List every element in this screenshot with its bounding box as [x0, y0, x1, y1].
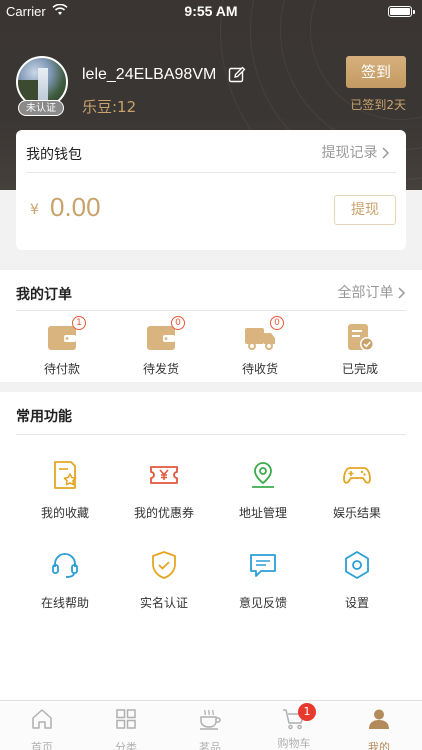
functions-title: 常用功能	[16, 409, 72, 425]
headset-icon	[52, 553, 78, 578]
order-pending-payment[interactable]: 1 待付款	[22, 316, 102, 377]
order-pending-shipment[interactable]: 0 待发货	[121, 316, 201, 377]
count-badge: 1	[72, 316, 86, 330]
order-completed[interactable]: 已完成	[320, 322, 400, 377]
tab-label: 我的	[368, 741, 390, 750]
functions-section: 常用功能 我的收藏 我的优惠券 地址管理 娱乐结果 在线帮助 实名认证 意见反馈…	[0, 392, 422, 700]
tab-tea[interactable]: 茗品	[180, 707, 240, 750]
tab-mine[interactable]: 我的	[349, 707, 409, 750]
hexagon-gear-icon	[345, 551, 369, 579]
gamepad-icon	[343, 467, 371, 484]
tea-cup-icon	[200, 709, 221, 730]
wallet-card: 我的钱包 提现记录 ¥ 0.00 提现	[16, 130, 406, 250]
withdraw-button[interactable]: 提现	[334, 195, 396, 225]
completed-doc-icon	[344, 322, 376, 352]
order-label: 待付款	[43, 362, 80, 376]
order-label: 待收货	[241, 362, 278, 376]
count-badge: 0	[171, 316, 185, 330]
func-label: 我的收藏	[40, 506, 89, 520]
checkin-days: 已签到2天	[350, 98, 406, 112]
all-orders-link[interactable]: 全部订单	[338, 282, 406, 302]
ledou-balance: 乐豆:12	[82, 98, 137, 116]
tab-cart[interactable]: 1 购物车	[264, 703, 324, 750]
chevron-right-icon	[382, 147, 390, 159]
divider	[26, 172, 396, 173]
wallet-icon: 1	[46, 316, 86, 352]
person-icon	[369, 709, 389, 729]
func-online-help[interactable]: 在线帮助	[20, 550, 110, 611]
username: lele_24ELBA98VM	[82, 66, 217, 83]
func-favorites[interactable]: 我的收藏	[20, 460, 110, 521]
verify-badge[interactable]: 未认证	[18, 100, 64, 116]
tab-category[interactable]: 分类	[96, 707, 156, 750]
divider	[16, 434, 406, 435]
tab-home[interactable]: 首页	[12, 707, 72, 750]
tab-label: 分类	[115, 741, 137, 750]
orders-title: 我的订单	[16, 287, 72, 303]
func-label: 地址管理	[238, 506, 287, 520]
func-label: 我的优惠券	[133, 506, 194, 520]
func-label: 娱乐结果	[332, 506, 381, 520]
currency-symbol: ¥	[30, 202, 39, 218]
withdraw-record-link[interactable]: 提现记录	[322, 142, 390, 162]
tab-label: 茗品	[199, 741, 221, 750]
edit-icon[interactable]	[228, 66, 246, 84]
func-address[interactable]: 地址管理	[218, 460, 308, 521]
func-feedback[interactable]: 意见反馈	[218, 550, 308, 611]
withdraw-record-label: 提现记录	[321, 145, 378, 161]
chevron-right-icon	[398, 287, 406, 299]
func-label: 在线帮助	[40, 596, 89, 610]
package-icon: 0	[145, 316, 185, 352]
order-label: 待发货	[142, 362, 179, 376]
order-label: 已完成	[341, 362, 378, 376]
tab-label: 首页	[31, 741, 53, 750]
tab-label: 购物车	[277, 737, 311, 750]
orders-section: 我的订单 全部订单 1 待付款 0 待发货 0 待收货 已完成	[0, 270, 422, 382]
cart-count-badge: 1	[298, 703, 316, 721]
coupon-icon	[150, 466, 178, 484]
func-realname-auth[interactable]: 实名认证	[119, 550, 209, 611]
status-time: 9:55 AM	[184, 3, 238, 19]
star-doc-icon	[54, 461, 77, 489]
grid-icon	[116, 709, 136, 729]
tab-bar: 首页 分类 茗品 1 购物车 我的	[0, 700, 422, 750]
func-coupons[interactable]: 我的优惠券	[119, 460, 209, 521]
home-icon	[32, 709, 52, 729]
battery-icon	[388, 6, 415, 17]
all-orders-label: 全部订单	[337, 285, 394, 301]
status-bar: Carrier 9:55 AM	[0, 0, 422, 24]
wallet-title: 我的钱包	[26, 147, 82, 163]
func-label: 意见反馈	[238, 596, 287, 610]
order-pending-receipt[interactable]: 0 待收货	[220, 316, 300, 377]
location-icon	[252, 462, 274, 488]
func-label: 设置	[344, 596, 369, 610]
checkin-button[interactable]: 签到	[346, 56, 406, 88]
count-badge: 0	[270, 316, 284, 330]
message-icon	[250, 554, 276, 577]
divider	[16, 310, 406, 311]
func-settings[interactable]: 设置	[312, 550, 402, 611]
shield-check-icon	[152, 551, 176, 579]
func-game-results[interactable]: 娱乐结果	[312, 460, 402, 521]
func-label: 实名认证	[139, 596, 188, 610]
wallet-amount: 0.00	[50, 192, 101, 222]
truck-icon: 0	[244, 316, 284, 352]
